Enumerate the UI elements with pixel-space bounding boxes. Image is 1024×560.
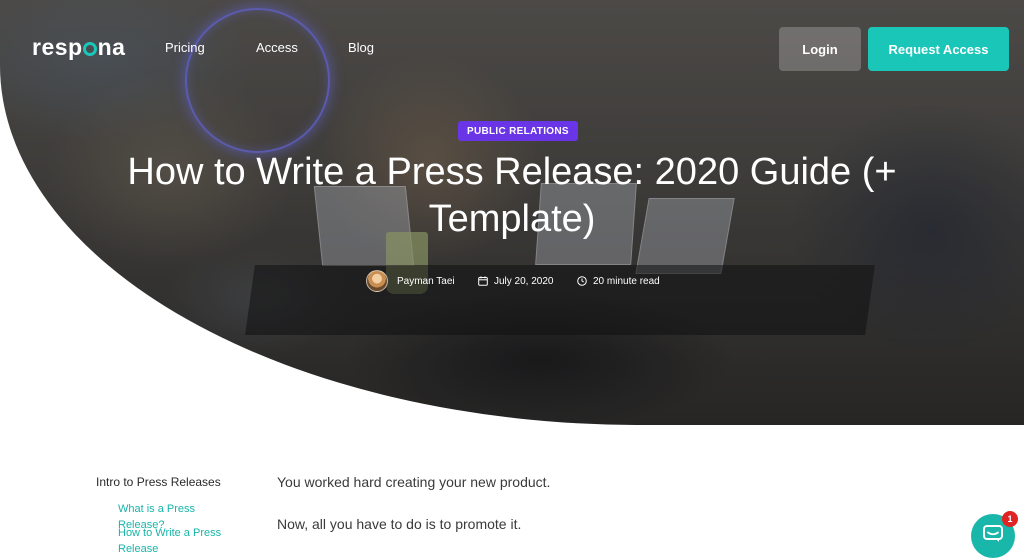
author-avatar — [366, 270, 388, 292]
category-badge[interactable]: PUBLIC RELATIONS — [458, 121, 578, 141]
post-date: July 20, 2020 — [494, 275, 554, 287]
toc-item[interactable]: How to Write a Press Release — [118, 525, 233, 557]
toc-heading[interactable]: Intro to Press Releases — [96, 475, 221, 489]
chat-icon — [983, 524, 1003, 548]
article-paragraph: You worked hard creating your new produc… — [277, 474, 551, 490]
article-paragraph: Now, all you have to do is to promote it… — [277, 516, 522, 532]
logo-ring-icon — [83, 42, 98, 56]
request-access-button[interactable]: Request Access — [868, 27, 1009, 71]
clock-icon — [577, 276, 587, 286]
author-meta[interactable]: Payman Taei — [366, 270, 455, 292]
nav-pricing[interactable]: Pricing — [165, 40, 205, 55]
author-name[interactable]: Payman Taei — [397, 276, 455, 287]
read-time-meta: 20 minute read — [577, 270, 660, 292]
date-meta: July 20, 2020 — [478, 270, 554, 292]
calendar-icon — [478, 276, 488, 286]
nav-blog[interactable]: Blog — [348, 40, 374, 55]
read-time: 20 minute read — [593, 275, 660, 287]
chat-notification-badge: 1 — [1002, 511, 1018, 527]
respona-logo[interactable]: resp na — [32, 34, 125, 61]
login-button[interactable]: Login — [779, 27, 861, 71]
page-title: How to Write a Press Release: 2020 Guide… — [127, 151, 897, 240]
nav-access[interactable]: Access — [256, 40, 298, 55]
